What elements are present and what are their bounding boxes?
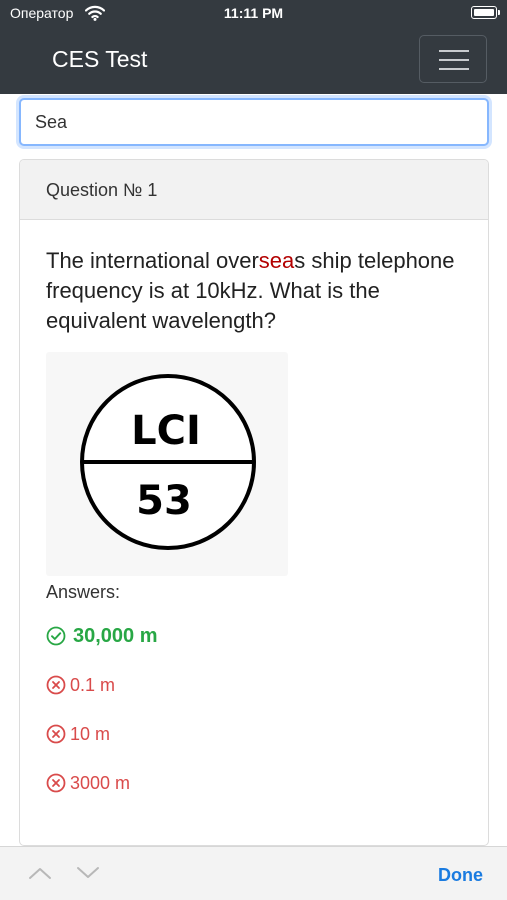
question-card: Question № 1 The international overseas … — [19, 159, 489, 846]
answer-correct: 30,000 m — [46, 621, 462, 651]
question-text: The international overseas ship telephon… — [46, 248, 455, 333]
image-bottom-text: 53 — [136, 478, 192, 524]
x-circle-icon — [46, 724, 66, 744]
search-highlight: sea — [258, 248, 295, 273]
answer-wrong-1: 0.1 m — [46, 670, 462, 700]
app-title[interactable]: CES Test — [52, 46, 147, 73]
menu-toggle-button[interactable] — [419, 35, 487, 83]
image-top-text: LCI — [131, 408, 201, 454]
question-image: LCI 53 — [46, 352, 288, 576]
status-bar: Оператор 11:11 PM — [0, 0, 507, 26]
x-circle-icon — [46, 773, 66, 793]
x-circle-icon — [46, 675, 66, 695]
battery-icon — [471, 6, 500, 19]
clock: 11:11 PM — [223, 5, 284, 21]
chevron-down-icon[interactable] — [76, 865, 100, 881]
done-button[interactable]: Done — [438, 865, 483, 886]
hamburger-icon — [439, 50, 469, 52]
check-circle-icon — [46, 626, 66, 646]
answer-text: 3000 m — [70, 772, 131, 793]
keyboard-toolbar: Done — [0, 846, 507, 900]
navbar: CES Test — [0, 26, 507, 94]
answer-wrong-3: 3000 m — [46, 768, 462, 798]
search-input[interactable] — [19, 98, 489, 146]
answers-label: Answers: — [46, 582, 121, 602]
question-header: Question № 1 — [20, 160, 488, 220]
answer-text: 30,000 m — [73, 624, 158, 647]
answer-text: 0.1 m — [70, 674, 116, 695]
chevron-up-icon[interactable] — [28, 865, 52, 881]
answer-wrong-2: 10 m — [46, 719, 462, 749]
answer-text: 10 m — [70, 723, 111, 744]
